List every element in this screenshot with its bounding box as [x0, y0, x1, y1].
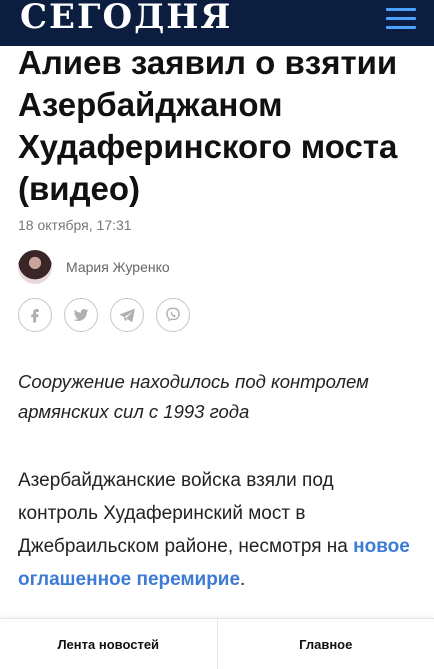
hamburger-menu-icon[interactable]	[386, 8, 416, 30]
share-bar	[18, 298, 190, 332]
article-body-text: Азербайджанские войска взяли под контрол…	[18, 470, 354, 557]
author-avatar	[18, 250, 52, 284]
tab-news-feed[interactable]: Лента новостей	[0, 619, 217, 669]
article-body: Азербайджанские войска взяли под контрол…	[18, 464, 418, 596]
viber-icon	[166, 307, 180, 322]
facebook-icon	[31, 309, 39, 323]
viber-share-button[interactable]	[156, 298, 190, 332]
tab-main[interactable]: Главное	[216, 619, 434, 669]
author-name[interactable]: Мария Журенко	[66, 259, 170, 275]
article-body-end: .	[240, 569, 246, 590]
article-title: Алиев заявил о взятии Азербайджаном Худа…	[18, 44, 398, 207]
facebook-share-button[interactable]	[18, 298, 52, 332]
telegram-icon	[119, 308, 135, 322]
site-logo[interactable]: СЕГОДНЯ	[20, 0, 232, 37]
author-block[interactable]: Мария Журенко	[18, 249, 170, 285]
twitter-icon	[73, 309, 89, 322]
twitter-share-button[interactable]	[64, 298, 98, 332]
telegram-share-button[interactable]	[110, 298, 144, 332]
bottom-navigation: Лента новостей Главное	[0, 618, 434, 669]
article-date: 18 октября, 17:31	[18, 217, 132, 233]
site-header: СЕГОДНЯ	[0, 0, 434, 46]
article-lead: Сооружение находилось под контролем армя…	[18, 371, 369, 422]
